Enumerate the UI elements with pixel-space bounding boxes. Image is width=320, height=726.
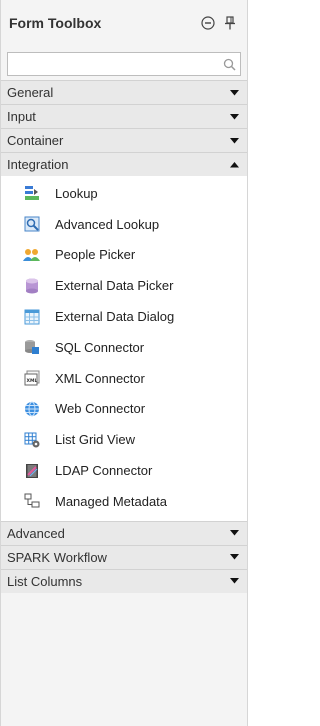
header-icons: [201, 16, 237, 30]
toolbox-item-sql-connector[interactable]: SQL Connector: [1, 332, 247, 363]
section-integration[interactable]: Integration: [1, 152, 247, 176]
form-toolbox-panel: Form Toolbox General Input Container Int…: [0, 0, 248, 726]
caret-up-icon: [229, 160, 239, 170]
section-spark-workflow[interactable]: SPARK Workflow: [1, 544, 247, 569]
section-input[interactable]: Input: [1, 104, 247, 128]
grid-view-icon: [23, 431, 41, 449]
database-icon: [23, 277, 41, 295]
section-advanced[interactable]: Advanced: [1, 520, 247, 545]
toolbox-header: Form Toolbox: [1, 0, 247, 46]
item-label: Lookup: [55, 185, 98, 201]
item-label: XML Connector: [55, 370, 145, 386]
toolbox-item-web-connector[interactable]: Web Connector: [1, 394, 247, 425]
toolbox-item-lookup[interactable]: Lookup: [1, 178, 247, 209]
xml-document-icon: XML: [23, 369, 41, 387]
search-box: [7, 52, 241, 76]
toolbox-item-managed-metadata[interactable]: Managed Metadata: [1, 486, 247, 517]
toolbox-item-advanced-lookup[interactable]: Advanced Lookup: [1, 209, 247, 240]
item-label: Advanced Lookup: [55, 216, 160, 232]
globe-icon: [23, 400, 41, 418]
item-label: List Grid View: [55, 432, 135, 448]
lookup-icon: [23, 184, 41, 202]
search-input[interactable]: [8, 53, 218, 75]
caret-down-icon: [229, 136, 239, 146]
caret-down-icon: [229, 528, 239, 538]
ldap-book-icon: [23, 462, 41, 480]
people-picker-icon: [23, 246, 41, 264]
section-container[interactable]: Container: [1, 128, 247, 152]
calendar-grid-icon: [23, 308, 41, 326]
caret-down-icon: [229, 88, 239, 98]
advanced-lookup-icon: [23, 215, 41, 233]
item-label: People Picker: [55, 247, 136, 263]
toolbox-item-xml-connector[interactable]: XML XML Connector: [1, 363, 247, 394]
section-label: List Columns: [7, 573, 83, 589]
item-label: External Data Dialog: [55, 309, 175, 325]
section-label: Integration: [7, 157, 69, 172]
section-label: Advanced: [7, 525, 65, 541]
item-label: Web Connector: [55, 401, 146, 417]
toolbox-item-ldap-connector[interactable]: LDAP Connector: [1, 455, 247, 486]
svg-text:XML: XML: [27, 378, 38, 384]
collapse-icon[interactable]: [201, 16, 215, 30]
integration-items: Lookup Advanced Lookup People Picker Ext…: [1, 176, 247, 521]
toolbox-item-external-data-picker[interactable]: External Data Picker: [1, 270, 247, 301]
section-label: Input: [7, 109, 36, 124]
item-label: External Data Picker: [55, 278, 174, 294]
section-label: SPARK Workflow: [7, 549, 107, 565]
tag-tree-icon: [23, 492, 41, 510]
section-list-columns[interactable]: List Columns: [1, 568, 247, 593]
section-label: Container: [7, 133, 64, 148]
pin-icon[interactable]: [223, 16, 237, 30]
item-label: Managed Metadata: [55, 493, 168, 509]
caret-down-icon: [229, 576, 239, 586]
toolbox-item-people-picker[interactable]: People Picker: [1, 240, 247, 271]
caret-down-icon: [229, 552, 239, 562]
caret-down-icon: [229, 112, 239, 122]
toolbox-title: Form Toolbox: [9, 15, 102, 31]
section-general[interactable]: General: [1, 80, 247, 104]
toolbox-item-list-grid-view[interactable]: List Grid View: [1, 424, 247, 455]
search-icon[interactable]: [218, 58, 240, 71]
item-label: SQL Connector: [55, 339, 145, 355]
sql-connector-icon: [23, 338, 41, 356]
item-label: LDAP Connector: [55, 463, 153, 479]
toolbox-item-external-data-dialog[interactable]: External Data Dialog: [1, 301, 247, 332]
section-label: General: [7, 85, 54, 100]
